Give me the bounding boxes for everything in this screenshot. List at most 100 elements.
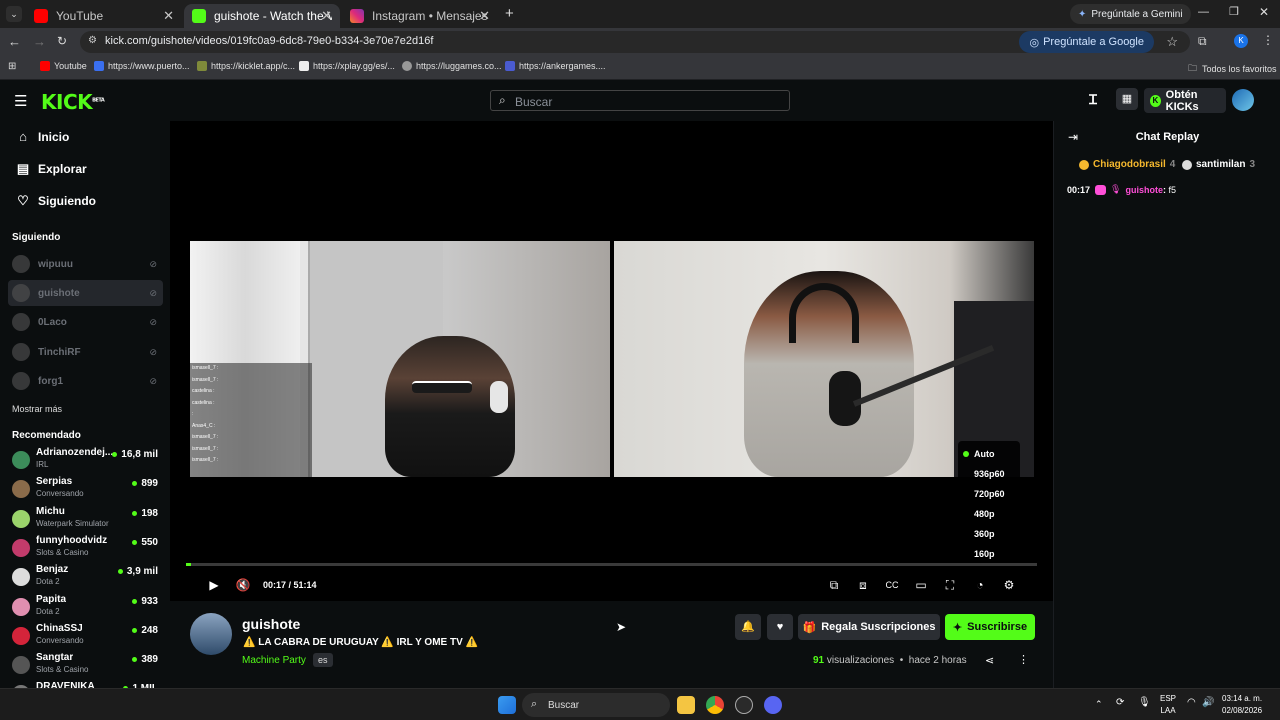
- close-window-icon[interactable]: ✕: [1259, 5, 1269, 19]
- tab-youtube[interactable]: YouTube ✕: [26, 4, 182, 28]
- new-tab-icon[interactable]: +: [505, 5, 514, 22]
- back-icon[interactable]: ←: [8, 34, 21, 49]
- avatar: [12, 538, 30, 557]
- close-icon[interactable]: ✕: [479, 8, 490, 24]
- restore-icon[interactable]: ❐: [1229, 5, 1239, 18]
- discord-icon[interactable]: [764, 696, 782, 714]
- address-bar[interactable]: ⚙ kick.com/guishote/videos/019fc0a9-6dc8…: [80, 31, 1190, 53]
- play-icon[interactable]: ▶: [206, 577, 222, 593]
- clip-icon[interactable]: ⧈: [855, 577, 871, 593]
- channel-avatar[interactable]: [190, 613, 232, 655]
- following-item-0laco[interactable]: 0Laco ⊘: [8, 309, 163, 335]
- mute-icon[interactable]: 🔇: [235, 577, 251, 593]
- tab-kick[interactable]: guishote - Watch the VOD on K ✕: [184, 4, 340, 28]
- windows-start-icon[interactable]: [498, 696, 516, 714]
- bookmark-luggames[interactable]: https://luggames.co...: [402, 61, 502, 71]
- store-icon[interactable]: ▦: [1116, 88, 1138, 110]
- forward-icon[interactable]: →: [33, 34, 46, 49]
- video-player[interactable]: ismasell_7 : ismasell_7 : castelina : caste…: [170, 121, 1053, 601]
- share-icon[interactable]: ⋖: [985, 654, 994, 667]
- settings-gear-icon[interactable]: ⚙: [1001, 577, 1017, 593]
- recommended-item[interactable]: DRAVENIKA1 MIL: [12, 681, 162, 688]
- nav-explore[interactable]: ▤ Explorar: [16, 162, 87, 177]
- top-gifter-2[interactable]: santimilan 3: [1182, 159, 1255, 170]
- gemini-tab-button[interactable]: ✦ Pregúntale a Gemini: [1070, 4, 1191, 24]
- quality-option[interactable]: 480p: [974, 509, 995, 519]
- user-avatar[interactable]: [1232, 89, 1254, 111]
- more-options-icon[interactable]: ⋮: [1018, 653, 1029, 666]
- message-user[interactable]: guishote: [1125, 185, 1163, 195]
- tab-search-icon[interactable]: ⌄: [6, 6, 22, 22]
- following-item-guishote[interactable]: guishote ⊘: [8, 280, 163, 306]
- recommended-item[interactable]: Benjaz Dota 2 3,9 mil: [12, 564, 162, 592]
- translate-icon[interactable]: Ꮖ: [1089, 92, 1098, 108]
- minimize-icon[interactable]: —: [1198, 6, 1209, 18]
- chrome-icon[interactable]: [706, 696, 724, 714]
- microphone-tray-icon[interactable]: 🎙: [1138, 697, 1151, 708]
- tab-instagram[interactable]: Instagram • Mensajes ✕: [342, 4, 498, 28]
- recommended-item[interactable]: funnyhoodvidz Slots & Casino 550: [12, 535, 162, 563]
- wifi-icon[interactable]: ◠: [1187, 697, 1196, 708]
- profile-avatar[interactable]: K: [1234, 34, 1248, 48]
- system-clock[interactable]: 03:14 a. m. 02/08/2026: [1222, 693, 1262, 717]
- fullscreen-icon[interactable]: ⛶: [942, 577, 958, 593]
- bookmark-star-icon[interactable]: ☆: [1166, 34, 1178, 50]
- quality-option[interactable]: 720p60: [974, 489, 1005, 499]
- volume-icon[interactable]: 🔊: [1202, 697, 1214, 708]
- gift-subscriptions-button[interactable]: 🎁 Regala Suscripciones: [798, 614, 940, 640]
- nav-following[interactable]: ♡ Siguiendo: [16, 194, 96, 209]
- bookmark-youtube[interactable]: Youtube: [40, 61, 87, 71]
- playback-speed-icon[interactable]: ◔: [972, 577, 988, 593]
- close-icon[interactable]: ✕: [163, 8, 174, 24]
- bookmark-xplay[interactable]: https://xplay.gg/es/...: [299, 61, 395, 71]
- keyboard-language[interactable]: ESP LAA: [1160, 693, 1176, 717]
- following-item-tinchirf[interactable]: TinchiRF ⊘: [8, 339, 163, 365]
- tray-overflow-icon[interactable]: ⌃: [1095, 699, 1103, 710]
- tray-app-icon[interactable]: ⟳: [1116, 697, 1124, 708]
- nav-home[interactable]: ⌂ Inicio: [16, 130, 69, 145]
- recommended-item[interactable]: Michu Waterpark Simulator 198: [12, 506, 162, 534]
- bookmark-kicklet[interactable]: https://kicklet.app/c...: [197, 61, 295, 71]
- avatar: [12, 313, 30, 331]
- all-favorites[interactable]: 🗀 Todos los favoritos: [1188, 61, 1277, 77]
- progress-bar[interactable]: [186, 563, 1037, 566]
- site-info-icon[interactable]: ⚙: [88, 35, 97, 46]
- get-kicks-button[interactable]: K Obtén KICKs: [1144, 88, 1226, 113]
- quality-option[interactable]: 360p: [974, 529, 995, 539]
- ask-google-button[interactable]: ◎ Pregúntale a Google: [1019, 31, 1154, 53]
- captions-icon[interactable]: CC: [884, 577, 900, 593]
- taskbar-search[interactable]: ⌕ Buscar: [522, 693, 670, 717]
- top-gifter-1[interactable]: Chiagodobrasil 4: [1079, 159, 1175, 170]
- menu-icon[interactable]: ⋮: [1262, 33, 1274, 47]
- recommended-item[interactable]: Papita Dota 2 933: [12, 594, 162, 622]
- bookmark-puerto[interactable]: https://www.puerto...: [94, 61, 190, 71]
- file-explorer-icon[interactable]: [677, 696, 695, 714]
- search-input[interactable]: ⌕ Buscar: [490, 90, 790, 111]
- miniplayer-icon[interactable]: ⧉: [826, 577, 842, 593]
- notifications-bell-button[interactable]: 🔔: [735, 614, 761, 640]
- kick-logo[interactable]: KICKBETA: [41, 90, 105, 114]
- recommended-item[interactable]: ChinaSSJ Conversando 248: [12, 623, 162, 651]
- extensions-icon[interactable]: ⧉: [1198, 34, 1207, 49]
- following-item-forg1[interactable]: forg1 ⊘: [8, 368, 163, 394]
- hamburger-menu-icon[interactable]: ☰: [14, 92, 27, 110]
- reload-icon[interactable]: ↻: [57, 34, 67, 48]
- theater-mode-icon[interactable]: ▭: [913, 577, 929, 593]
- apps-icon[interactable]: ⊞: [8, 61, 16, 72]
- steam-icon[interactable]: [735, 696, 753, 714]
- close-icon[interactable]: ✕: [321, 8, 332, 24]
- show-more-link[interactable]: Mostrar más: [12, 404, 62, 414]
- follow-heart-button[interactable]: ♥: [767, 614, 793, 640]
- quality-option[interactable]: 160p: [974, 549, 995, 559]
- language-tag[interactable]: es: [313, 653, 333, 667]
- category-link[interactable]: Machine Party: [242, 655, 306, 666]
- quality-option[interactable]: 936p60: [974, 469, 1005, 479]
- recommended-item[interactable]: Sangtar Slots & Casino 389: [12, 652, 162, 680]
- following-item-wipuuu[interactable]: wipuuu ⊘: [8, 251, 163, 277]
- quality-option[interactable]: Auto: [963, 449, 995, 459]
- channel-name[interactable]: guishote: [242, 616, 300, 632]
- recommended-item[interactable]: Serpias Conversando 899: [12, 476, 162, 504]
- recommended-item[interactable]: Adrianozendej... IRL 16,8 mil: [12, 447, 162, 475]
- subscribe-button[interactable]: ✦ Suscribirse: [945, 614, 1035, 640]
- bookmark-ankergames[interactable]: https://ankergames....: [505, 61, 606, 71]
